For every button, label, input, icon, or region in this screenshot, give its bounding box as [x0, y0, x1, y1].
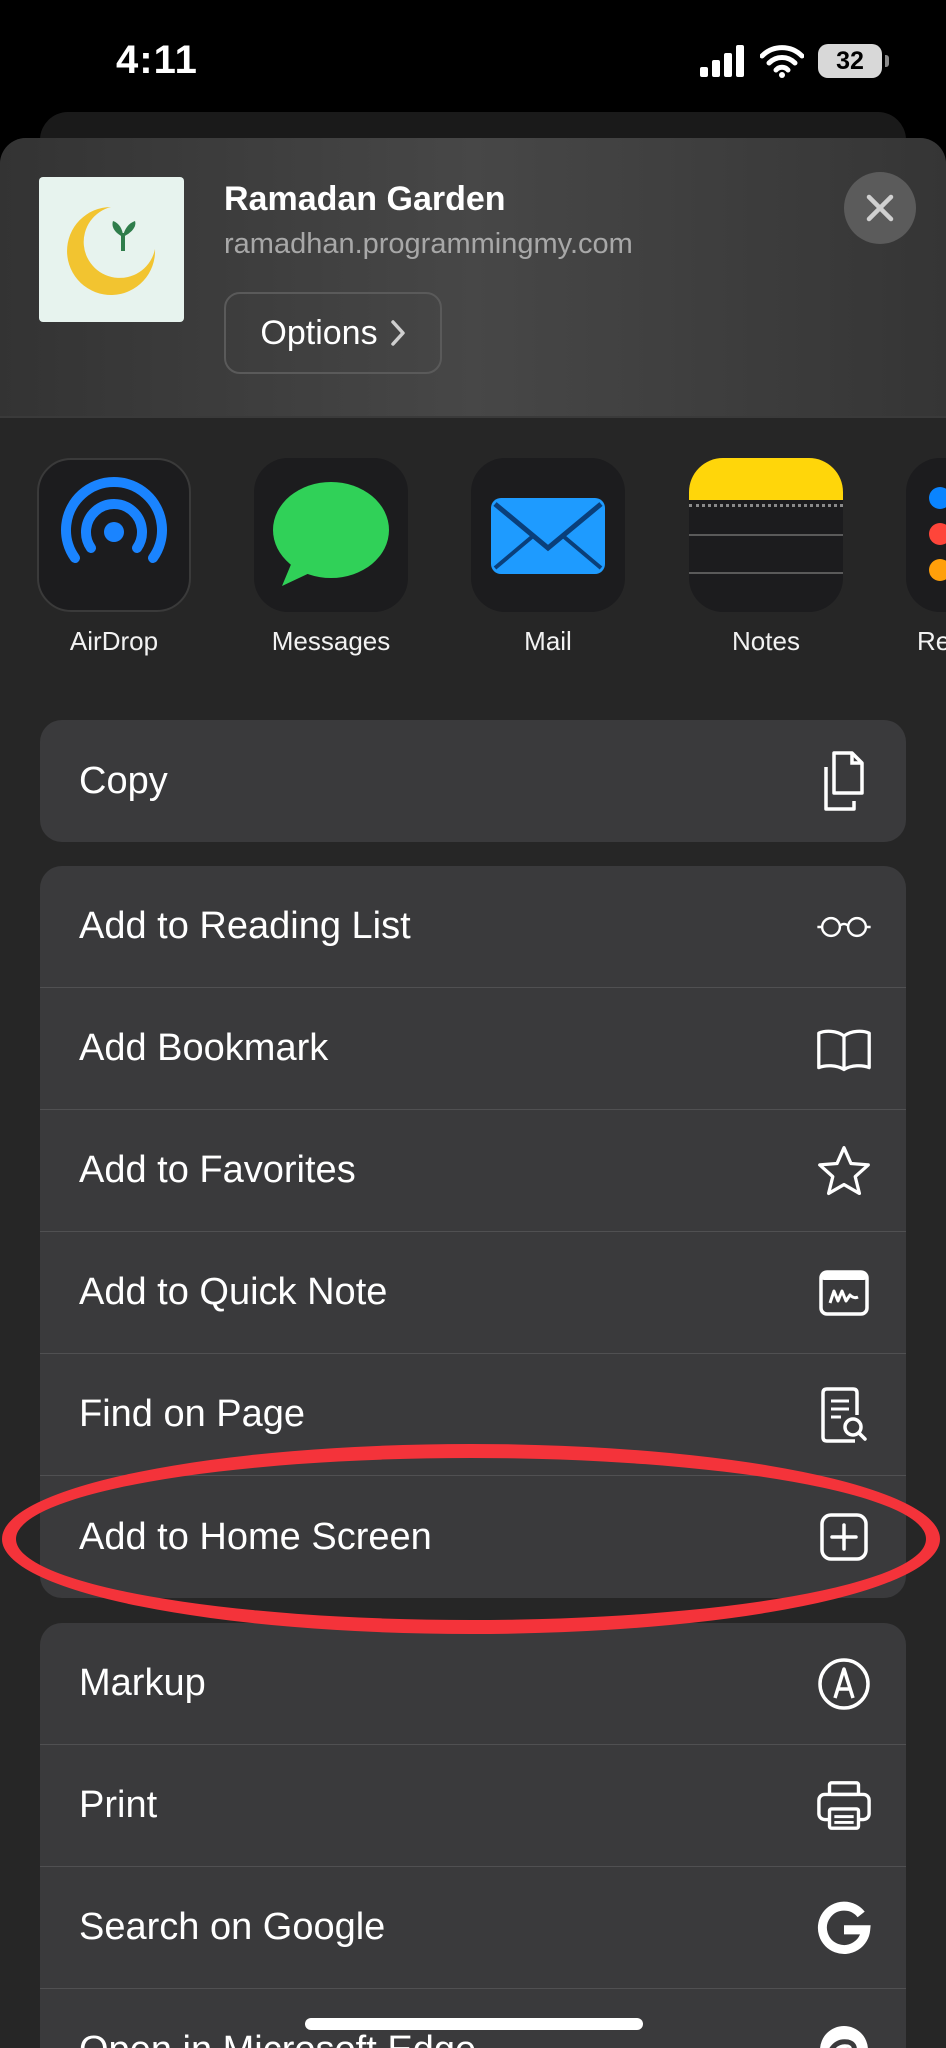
action-label: Add Bookmark [79, 1027, 329, 1069]
wifi-icon [760, 45, 804, 78]
share-sheet: Ramadan Garden ramadhan.programmingmy.co… [0, 138, 946, 2048]
share-app-airdrop[interactable]: AirDrop [34, 458, 194, 657]
quick-note-icon [816, 1265, 872, 1321]
action-label: Find on Page [79, 1393, 306, 1435]
status-time: 4:11 [116, 38, 198, 82]
action-label: Add to Home Screen [79, 1515, 432, 1558]
status-icons: 32 [700, 44, 889, 78]
mail-icon [471, 458, 625, 612]
share-header: Ramadan Garden ramadhan.programmingmy.co… [0, 138, 946, 418]
reminders-icon [906, 458, 946, 612]
status-bar: 4:11 32 [0, 0, 946, 130]
glasses-icon [816, 899, 872, 955]
chevron-right-icon [390, 320, 405, 346]
messages-icon [254, 458, 408, 612]
add-bookmark-action[interactable]: Add Bookmark [40, 988, 906, 1110]
action-label: Copy [79, 759, 168, 802]
options-label: Options [260, 313, 378, 352]
action-label: Open in Microsoft Edge [79, 2029, 476, 2048]
share-app-label: Re [917, 626, 946, 656]
find-on-page-action[interactable]: Find on Page [40, 1354, 906, 1476]
cellular-signal-icon [700, 45, 744, 77]
options-button[interactable]: Options [224, 292, 442, 374]
share-app-reminders[interactable]: Re [903, 458, 946, 657]
action-label: Search on Google [79, 1906, 386, 1948]
markup-icon [816, 1656, 872, 1712]
share-app-messages[interactable]: Messages [251, 458, 411, 657]
printer-icon [816, 1778, 872, 1834]
notes-icon [689, 458, 843, 612]
markup-action[interactable]: Markup [40, 1623, 906, 1745]
action-group-tools: Markup Print Search on Google [40, 1623, 906, 2048]
star-icon [816, 1143, 872, 1199]
airdrop-icon [37, 458, 191, 612]
site-thumbnail [39, 177, 184, 322]
google-icon [816, 1900, 872, 1956]
search-on-google-action[interactable]: Search on Google [40, 1867, 906, 1989]
site-title: Ramadan Garden [224, 180, 506, 218]
crescent-moon-sprout-icon [67, 207, 156, 295]
share-app-mail[interactable]: Mail [468, 458, 628, 657]
action-label: Print [79, 1784, 158, 1826]
book-icon [816, 1021, 872, 1077]
close-icon [866, 194, 894, 222]
share-app-label: Messages [271, 626, 391, 656]
copy-icon [816, 751, 872, 811]
edge-icon [816, 2022, 872, 2048]
add-to-reading-list-action[interactable]: Add to Reading List [40, 866, 906, 988]
share-app-label: AirDrop [69, 626, 159, 656]
share-app-label: Mail [524, 626, 572, 656]
add-to-favorites-action[interactable]: Add to Favorites [40, 1110, 906, 1232]
add-to-quick-note-action[interactable]: Add to Quick Note [40, 1232, 906, 1354]
share-apps-row: AirDrop Messages Mail Notes Re [0, 428, 946, 656]
site-url: ramadhan.programmingmy.com [224, 228, 633, 260]
action-group-copy: Copy [40, 720, 906, 842]
print-action[interactable]: Print [40, 1745, 906, 1867]
action-label: Add to Favorites [79, 1149, 356, 1191]
add-to-home-screen-action[interactable]: Add to Home Screen [40, 1476, 906, 1598]
battery-indicator: 32 [818, 44, 889, 78]
copy-action[interactable]: Copy [40, 720, 906, 842]
share-app-label: Notes [732, 626, 800, 656]
action-label: Add to Reading List [79, 905, 411, 947]
home-indicator [305, 2018, 643, 2030]
action-group-page: Add to Reading List Add Bookmark Add to … [40, 866, 906, 1598]
add-square-icon [816, 1509, 872, 1565]
action-label: Markup [79, 1662, 206, 1704]
share-app-notes[interactable]: Notes [686, 458, 846, 657]
close-button[interactable] [844, 172, 916, 244]
action-label: Add to Quick Note [79, 1271, 388, 1313]
find-on-page-icon [816, 1386, 872, 1443]
